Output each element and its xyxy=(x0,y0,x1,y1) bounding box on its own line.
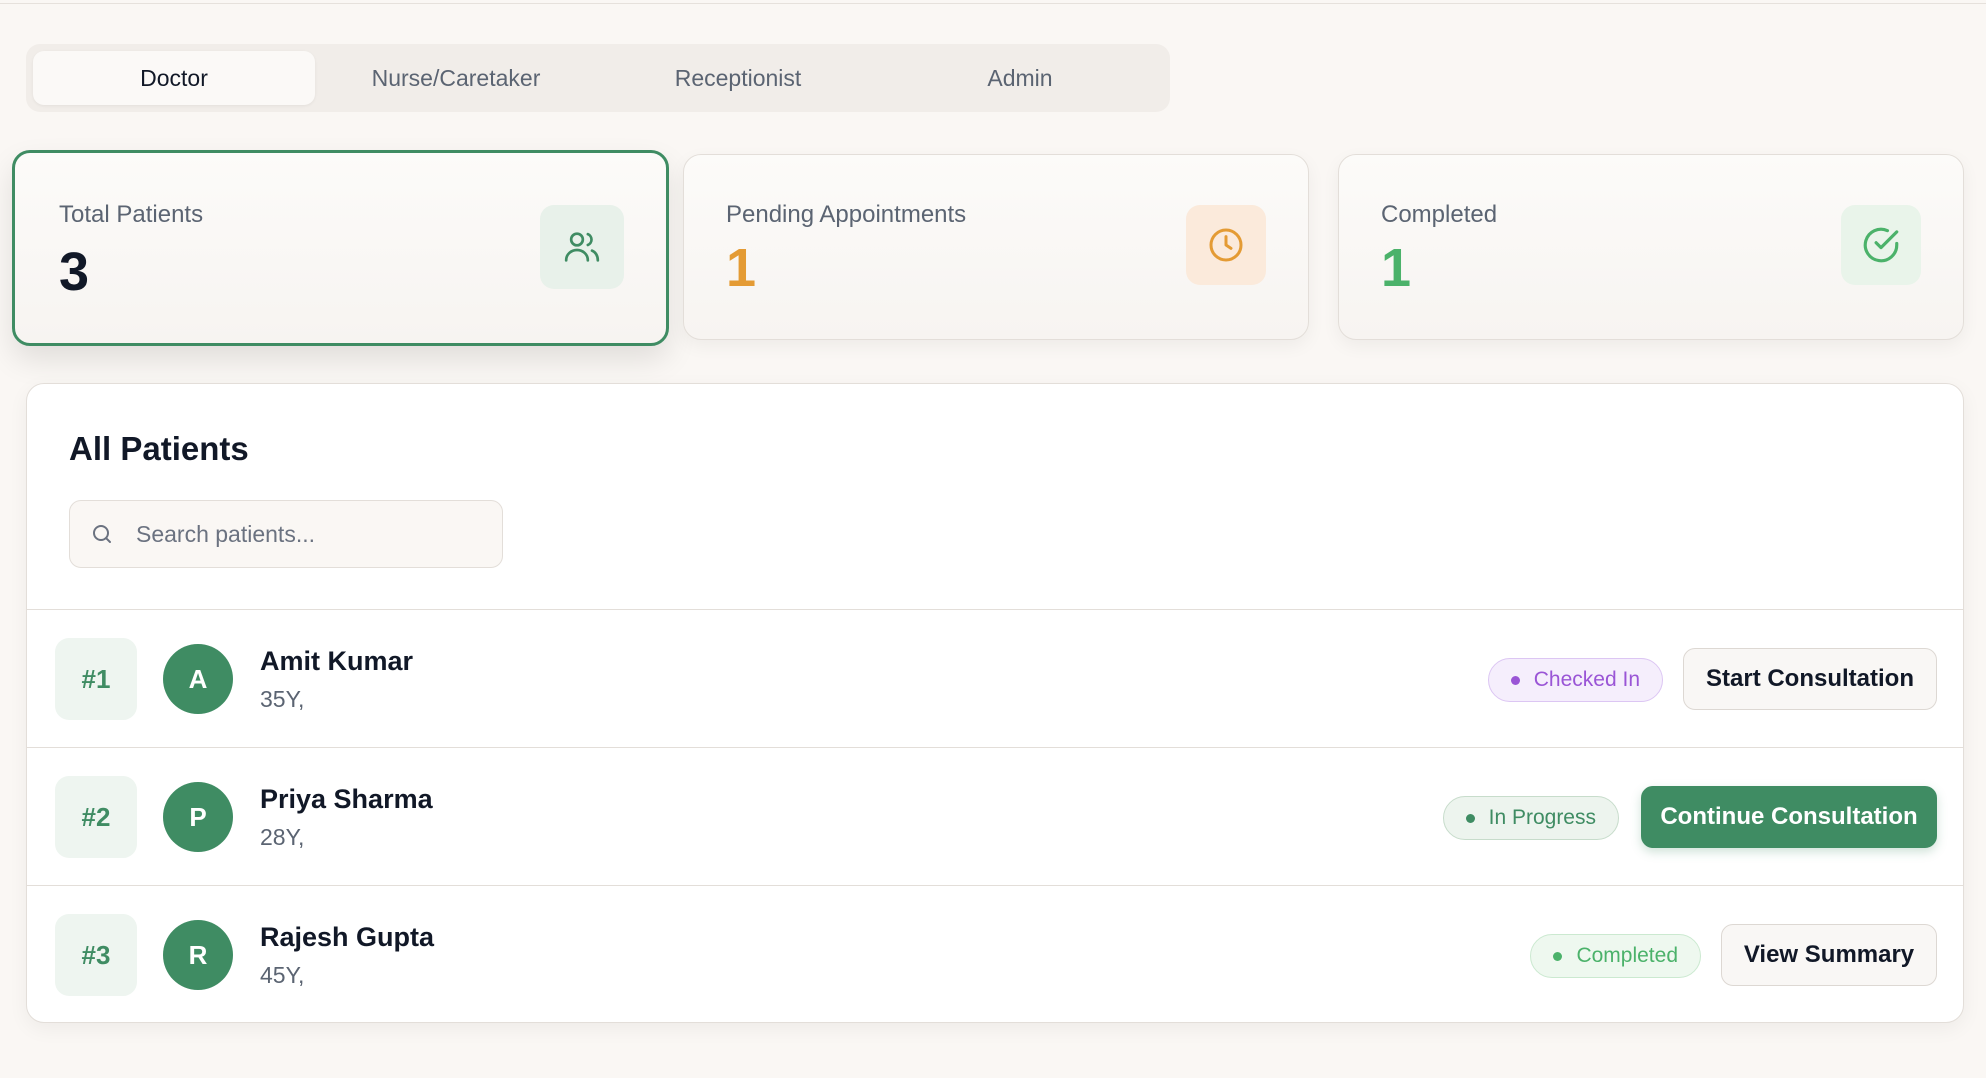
patient-meta: 35Y, xyxy=(260,686,305,712)
users-icon xyxy=(540,205,624,289)
avatar: P xyxy=(163,782,233,852)
tab-receptionist[interactable]: Receptionist xyxy=(597,51,879,105)
search-box xyxy=(69,500,503,568)
top-divider xyxy=(0,0,1986,4)
status-badge: Checked In xyxy=(1487,658,1663,702)
continue-consultation-button[interactable]: Continue Consultation xyxy=(1641,786,1937,848)
avatar: A xyxy=(163,644,233,714)
patient-name: Priya Sharma xyxy=(260,784,433,814)
patient-name: Amit Kumar xyxy=(260,646,414,676)
status-dot-icon xyxy=(1510,675,1520,685)
avatar: R xyxy=(163,920,233,990)
patient-name: Rajesh Gupta xyxy=(260,922,435,952)
queue-number: #3 xyxy=(55,914,137,996)
stat-label: Completed xyxy=(1381,201,1498,228)
stat-value: 3 xyxy=(59,242,90,302)
status-badge: Completed xyxy=(1530,934,1701,978)
queue-number: #1 xyxy=(55,638,137,720)
search-icon xyxy=(90,522,114,551)
stat-card-completed[interactable]: Completed 1 xyxy=(1338,154,1964,340)
status-badge: In Progress xyxy=(1442,796,1619,840)
view-summary-button[interactable]: View Summary xyxy=(1721,924,1937,986)
status-text: Completed xyxy=(1576,944,1678,967)
patients-panel: All Patients #1 A Amit Kumar 35Y, Checke… xyxy=(26,383,1964,1023)
status-text: In Progress xyxy=(1488,806,1596,829)
clock-icon xyxy=(1186,205,1266,285)
start-consultation-button[interactable]: Start Consultation xyxy=(1683,648,1937,710)
role-tabs: Doctor Nurse/Caretaker Receptionist Admi… xyxy=(26,44,1170,112)
stat-value: 1 xyxy=(726,238,757,298)
search-input[interactable] xyxy=(136,501,486,567)
stat-label: Pending Appointments xyxy=(726,201,967,228)
panel-title: All Patients xyxy=(69,430,249,467)
patient-meta: 28Y, xyxy=(260,824,305,850)
patient-meta: 45Y, xyxy=(260,962,305,988)
status-dot-icon xyxy=(1553,951,1563,961)
check-circle-icon xyxy=(1841,205,1921,285)
tab-nurse-caretaker[interactable]: Nurse/Caretaker xyxy=(315,51,597,105)
status-dot-icon xyxy=(1465,813,1475,823)
patient-row[interactable]: #3 R Rajesh Gupta 45Y, Completed View Su… xyxy=(27,885,1963,1022)
patient-row[interactable]: #2 P Priya Sharma 28Y, In Progress Conti… xyxy=(27,747,1963,885)
stat-card-total-patients[interactable]: Total Patients 3 xyxy=(12,150,669,346)
tab-doctor[interactable]: Doctor xyxy=(33,51,315,105)
queue-number: #2 xyxy=(55,776,137,858)
stat-label: Total Patients xyxy=(59,201,204,228)
patient-row[interactable]: #1 A Amit Kumar 35Y, Checked In Start Co… xyxy=(27,609,1963,747)
status-text: Checked In xyxy=(1533,668,1640,691)
tab-admin[interactable]: Admin xyxy=(879,51,1161,105)
stat-value: 1 xyxy=(1381,238,1412,298)
stat-card-pending-appointments[interactable]: Pending Appointments 1 xyxy=(683,154,1309,340)
